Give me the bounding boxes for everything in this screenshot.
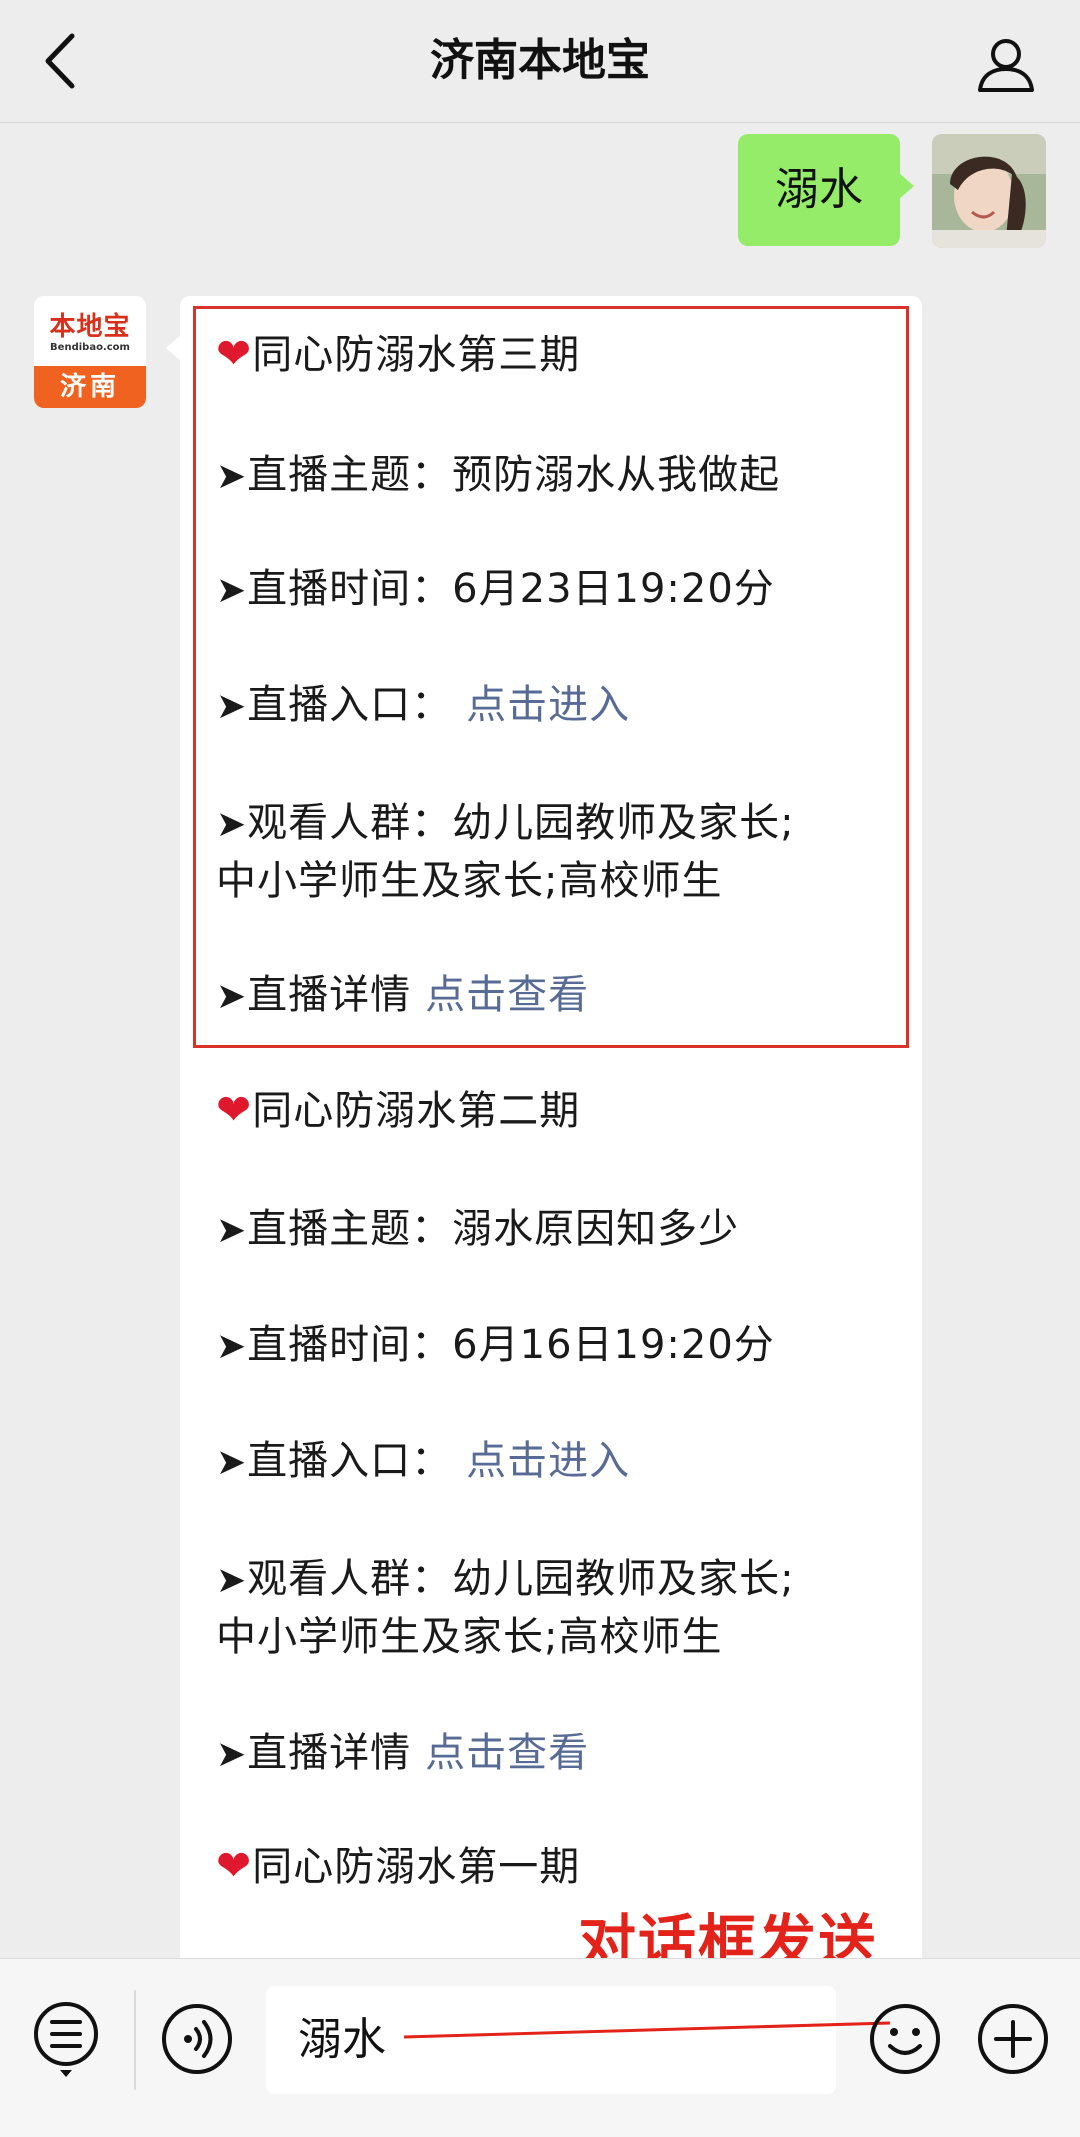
page-title: 济南本地宝 bbox=[430, 35, 650, 86]
voice-icon[interactable] bbox=[160, 2002, 234, 2076]
logo-brand-text: 本地宝 bbox=[49, 312, 131, 342]
issue2-audience-line: ➤观看人群：幼儿园教师及家长; bbox=[216, 1556, 795, 1602]
issue1-title: ❤同心防溺水第一期 bbox=[216, 1841, 581, 1890]
issue3-audience-line: ➤观看人群：幼儿园教师及家长; bbox=[216, 800, 795, 846]
issue2-theme-line: ➤直播主题：溺水原因知多少 bbox=[216, 1206, 740, 1252]
arrow-icon: ➤ bbox=[216, 976, 248, 1017]
issue2-audience-line-2: 中小学师生及家长;高校师生 bbox=[216, 1614, 723, 1660]
arrow-icon: ➤ bbox=[216, 1560, 248, 1601]
user-avatar[interactable] bbox=[932, 134, 1046, 248]
logo-domain-text: Bendibao.com bbox=[50, 342, 130, 353]
sent-message-bubble[interactable]: 溺水 bbox=[738, 134, 914, 246]
person-icon[interactable] bbox=[976, 34, 1036, 94]
issue3-title: ❤同心防溺水第三期 bbox=[216, 329, 581, 378]
issue3-entry-line: ➤直播入口： 点击进入 bbox=[216, 682, 631, 728]
top-bar: 济南本地宝 bbox=[0, 0, 1080, 123]
issue2-title: ❤同心防溺水第二期 bbox=[216, 1085, 581, 1134]
heart-icon: ❤ bbox=[216, 1085, 253, 1134]
issue3-theme-line: ➤直播主题：预防溺水从我做起 bbox=[216, 452, 781, 498]
arrow-icon: ➤ bbox=[216, 1442, 248, 1483]
issue2-entry-link[interactable]: 点击进入 bbox=[466, 1438, 630, 1484]
annotation-pointer bbox=[403, 2021, 891, 2039]
arrow-icon: ➤ bbox=[216, 456, 248, 497]
arrow-icon: ➤ bbox=[216, 1326, 248, 1367]
plus-icon[interactable] bbox=[976, 2002, 1050, 2076]
smiley-icon[interactable] bbox=[868, 2002, 942, 2076]
issue3-detail-link[interactable]: 点击查看 bbox=[425, 972, 589, 1018]
back-chevron-icon[interactable] bbox=[38, 30, 88, 92]
issue2-detail-line: ➤直播详情 点击查看 bbox=[216, 1730, 590, 1776]
issue2-time-line: ➤直播时间：6月16日19:20分 bbox=[216, 1322, 775, 1368]
arrow-icon: ➤ bbox=[216, 1734, 248, 1775]
input-divider bbox=[134, 1990, 136, 2090]
arrow-icon: ➤ bbox=[216, 1210, 248, 1251]
issue2-detail-link[interactable]: 点击查看 bbox=[425, 1730, 589, 1776]
arrow-icon: ➤ bbox=[216, 570, 248, 611]
logo-top: 本地宝 Bendibao.com bbox=[34, 296, 146, 366]
arrow-icon: ➤ bbox=[216, 804, 248, 845]
heart-icon: ❤ bbox=[216, 329, 253, 378]
issue2-entry-line: ➤直播入口： 点击进入 bbox=[216, 1438, 631, 1484]
logo-city-text: 济南 bbox=[34, 366, 146, 408]
issue3-detail-line: ➤直播详情 点击查看 bbox=[216, 972, 590, 1018]
issue3-entry-link[interactable]: 点击进入 bbox=[466, 682, 630, 728]
list-menu-icon[interactable] bbox=[32, 2000, 100, 2080]
heart-icon: ❤ bbox=[216, 1841, 253, 1890]
issue3-time-line: ➤直播时间：6月23日19:20分 bbox=[216, 566, 775, 612]
arrow-icon: ➤ bbox=[216, 686, 248, 727]
official-account-avatar[interactable]: 本地宝 Bendibao.com 济南 bbox=[34, 296, 146, 408]
issue3-audience-line-2: 中小学师生及家长;高校师生 bbox=[216, 858, 723, 904]
